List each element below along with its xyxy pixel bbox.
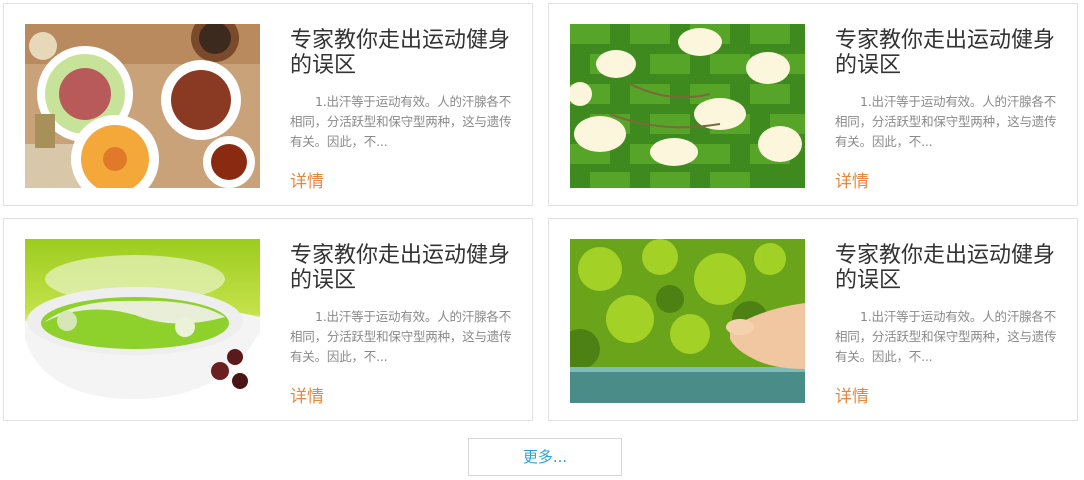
card-description: 1.出汗等于运动有效。人的汗腺各不相同，分活跃型和保守型两种，这与遗传有关。因此…	[835, 309, 1057, 364]
details-link[interactable]: 详情	[290, 167, 324, 192]
food-dishes-image[interactable]	[25, 24, 260, 188]
card-title[interactable]: 专家教你走出运动健身的误区	[835, 28, 1065, 78]
article-card: 专家教你走出运动健身的误区 1.出汗等于运动有效。人的汗腺各不相同，分活跃型和保…	[548, 3, 1078, 206]
article-card: 专家教你走出运动健身的误区 1.出汗等于运动有效。人的汗腺各不相同，分活跃型和保…	[3, 3, 533, 206]
details-link[interactable]: 详情	[835, 167, 869, 192]
details-link[interactable]: 详情	[290, 382, 324, 407]
card-description: 1.出汗等于运动有效。人的汗腺各不相同，分活跃型和保守型两种，这与遗传有关。因此…	[835, 94, 1057, 149]
card-description: 1.出汗等于运动有效。人的汗腺各不相同，分活跃型和保守型两种，这与遗传有关。因此…	[290, 94, 512, 149]
green-porridge-image[interactable]	[25, 239, 260, 403]
white-flowers-image[interactable]	[570, 24, 805, 188]
details-link[interactable]: 详情	[835, 382, 869, 407]
card-title[interactable]: 专家教你走出运动健身的误区	[835, 243, 1065, 293]
more-button[interactable]: 更多...	[468, 438, 622, 476]
article-card: 专家教你走出运动健身的误区 1.出汗等于运动有效。人的汗腺各不相同，分活跃型和保…	[548, 218, 1078, 421]
meditation-image[interactable]	[570, 239, 805, 403]
card-description: 1.出汗等于运动有效。人的汗腺各不相同，分活跃型和保守型两种，这与遗传有关。因此…	[290, 309, 512, 364]
card-title[interactable]: 专家教你走出运动健身的误区	[290, 243, 520, 293]
article-card: 专家教你走出运动健身的误区 1.出汗等于运动有效。人的汗腺各不相同，分活跃型和保…	[3, 218, 533, 421]
card-title[interactable]: 专家教你走出运动健身的误区	[290, 28, 520, 78]
